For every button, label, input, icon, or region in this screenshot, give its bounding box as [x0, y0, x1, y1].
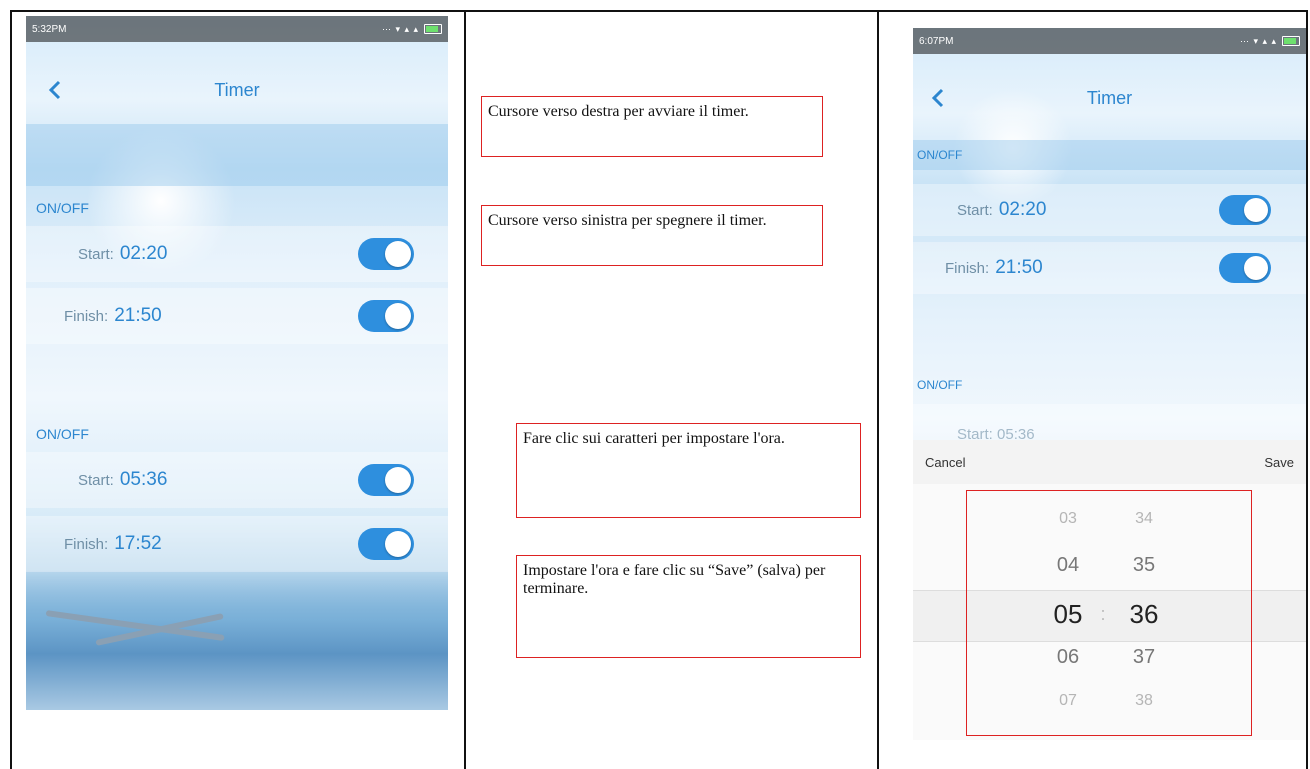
- callout-stop-timer: Cursore verso sinistra per spegnere il t…: [481, 205, 823, 266]
- timer-row-finish[interactable]: Finish: 21:50: [26, 288, 448, 344]
- finish-time-value[interactable]: 17:52: [114, 533, 162, 555]
- finish-time-value[interactable]: 21:50: [114, 305, 162, 327]
- timer-screen-left: 5:32PM ⋯ ▾ ▴ ▴ Timer ON/OFF Start: 02:20…: [26, 16, 448, 710]
- status-bar: 6:07PM ⋯ ▾ ▴ ▴: [913, 28, 1306, 54]
- start-time-value[interactable]: 05:36: [120, 469, 168, 491]
- timer-row-finish[interactable]: Finish: 17:52: [26, 516, 448, 572]
- start-label: Start:: [957, 201, 993, 219]
- finish-label: Finish:: [64, 535, 109, 553]
- start-toggle[interactable]: [1219, 195, 1271, 225]
- section-label: ON/OFF: [36, 426, 89, 442]
- start-time-value[interactable]: 02:20: [999, 199, 1047, 221]
- time-picker[interactable]: 03 04 05 06 07 : 34 35 36 37 38: [913, 484, 1306, 740]
- nav-bar: Timer: [26, 68, 448, 112]
- signal-icon: ⋯ ▾ ▴ ▴: [1239, 35, 1277, 46]
- column-divider: [464, 10, 466, 769]
- page-title: Timer: [1086, 87, 1133, 108]
- toggle-knob: [385, 303, 411, 329]
- timer-row-start[interactable]: Start: 02:20: [26, 226, 448, 282]
- toggle-knob: [1244, 198, 1268, 222]
- battery-icon: [1282, 36, 1300, 46]
- status-icons: ⋯ ▾ ▴ ▴: [382, 24, 442, 35]
- finish-label: Finish:: [945, 259, 990, 277]
- back-arrow-icon[interactable]: [927, 87, 949, 109]
- column-divider: [877, 10, 879, 769]
- status-bar: 5:32PM ⋯ ▾ ▴ ▴: [26, 16, 448, 42]
- start-toggle[interactable]: [358, 238, 414, 270]
- callout-save-time: Impostare l'ora e fare clic su “Save” (s…: [516, 555, 861, 658]
- start-label: Start:: [78, 471, 114, 489]
- timer-row-start[interactable]: Start: 02:20: [913, 184, 1306, 236]
- header-band: [26, 124, 448, 186]
- status-time: 6:07PM: [919, 35, 954, 47]
- toggle-knob: [1244, 256, 1268, 280]
- finish-time-value[interactable]: 21:50: [995, 257, 1043, 279]
- picker-toolbar: Cancel Save: [913, 440, 1306, 484]
- status-icons: ⋯ ▾ ▴ ▴: [1240, 36, 1300, 47]
- back-arrow-icon[interactable]: [44, 79, 66, 101]
- toggle-knob: [385, 241, 411, 267]
- timer-row-start[interactable]: Start: 05:36: [26, 452, 448, 508]
- section-label: ON/OFF: [917, 148, 963, 162]
- pool-background: [26, 570, 448, 710]
- start-toggle[interactable]: [358, 464, 414, 496]
- toggle-knob: [385, 467, 411, 493]
- save-button[interactable]: Save: [1264, 455, 1294, 470]
- start-time-value[interactable]: 02:20: [120, 243, 168, 265]
- section-label: ON/OFF: [917, 378, 963, 392]
- finish-toggle[interactable]: [1219, 253, 1271, 283]
- section-label: ON/OFF: [36, 200, 89, 216]
- timer-row-partial: Start: 05:36: [913, 404, 1306, 442]
- start-label: Start:: [78, 245, 114, 263]
- signal-icon: ⋯ ▾ ▴ ▴: [381, 23, 419, 34]
- nav-bar: Timer: [913, 76, 1306, 120]
- header-band: [913, 140, 1306, 170]
- timer-screen-right: 6:07PM ⋯ ▾ ▴ ▴ Timer ON/OFF Start: 02:20…: [913, 28, 1306, 740]
- battery-icon: [424, 24, 442, 34]
- callout-start-timer: Cursore verso destra per avviare il time…: [481, 96, 823, 157]
- cancel-button[interactable]: Cancel: [925, 455, 965, 470]
- finish-toggle[interactable]: [358, 528, 414, 560]
- picker-highlight-box: [966, 490, 1252, 736]
- callout-set-time: Fare clic sui caratteri per impostare l'…: [516, 423, 861, 518]
- finish-label: Finish:: [64, 307, 109, 325]
- timer-row-finish[interactable]: Finish: 21:50: [913, 242, 1306, 294]
- toggle-knob: [385, 531, 411, 557]
- finish-toggle[interactable]: [358, 300, 414, 332]
- page-title: Timer: [214, 79, 260, 100]
- status-time: 5:32PM: [32, 23, 67, 35]
